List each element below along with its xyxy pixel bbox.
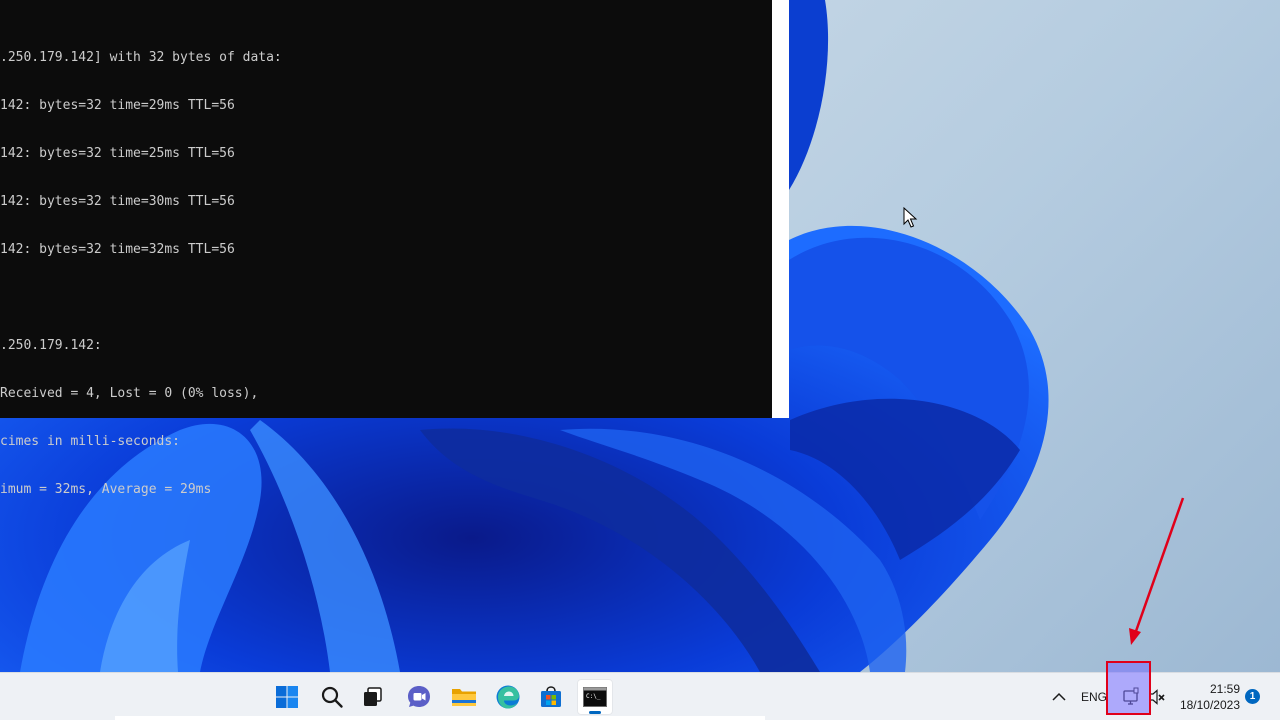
terminal-line: 142: bytes=32 time=29ms TTL=56 — [0, 98, 235, 113]
folder-icon — [452, 689, 476, 706]
terminal-line: 142: bytes=32 time=30ms TTL=56 — [0, 194, 235, 209]
taskbar-bottom-strip — [115, 716, 765, 720]
clock-date: 18/10/2023 — [1179, 698, 1240, 712]
terminal-line: imum = 32ms, Average = 29ms — [0, 482, 212, 497]
task-view-button[interactable] — [355, 679, 391, 715]
terminal-icon: C:\_ — [583, 687, 607, 707]
notification-badge[interactable]: 1 — [1245, 689, 1260, 704]
annotation-highlight-box — [1106, 661, 1151, 715]
svg-text:C:\_: C:\_ — [586, 693, 601, 700]
file-explorer-button[interactable] — [446, 679, 482, 715]
search-icon — [321, 686, 343, 708]
terminal-line: 142: bytes=32 time=32ms TTL=56 — [0, 242, 235, 257]
chevron-up-icon — [1052, 692, 1066, 701]
terminal-line: Received = 4, Lost = 0 (0% loss), — [0, 386, 259, 401]
terminal-button[interactable]: C:\_ — [577, 679, 613, 715]
terminal-line: cimes in milli-seconds: — [0, 434, 181, 449]
taskbar-clock[interactable]: 21:59 18/10/2023 — [1170, 681, 1240, 713]
mouse-pointer-icon — [903, 207, 918, 228]
language-indicator[interactable]: ENG — [1081, 690, 1107, 704]
show-hidden-icons-button[interactable] — [1046, 679, 1072, 715]
terminal-line: .250.179.142] with 32 bytes of data: — [0, 50, 282, 65]
edge-icon — [496, 685, 520, 709]
chat-icon — [408, 686, 430, 707]
windows-logo-icon — [276, 686, 298, 708]
edge-button[interactable] — [490, 679, 526, 715]
start-button[interactable] — [269, 679, 305, 715]
task-view-icon — [364, 687, 382, 706]
store-button[interactable] — [533, 679, 569, 715]
search-button[interactable] — [314, 679, 350, 715]
clock-time: 21:59 — [1209, 682, 1240, 696]
terminal-output: .250.179.142] with 32 bytes of data: 142… — [0, 18, 772, 530]
terminal-line: 142: bytes=32 time=25ms TTL=56 — [0, 146, 235, 161]
teams-chat-button[interactable] — [401, 679, 437, 715]
taskbar: C:\_ ENG 21:59 18/10/2023 1 — [0, 672, 1280, 720]
terminal-scrollbar[interactable] — [772, 0, 789, 418]
store-icon — [541, 686, 561, 707]
active-app-indicator — [589, 711, 601, 714]
terminal-window[interactable]: .250.179.142] with 32 bytes of data: 142… — [0, 0, 789, 497]
terminal-line: .250.179.142: — [0, 338, 102, 353]
